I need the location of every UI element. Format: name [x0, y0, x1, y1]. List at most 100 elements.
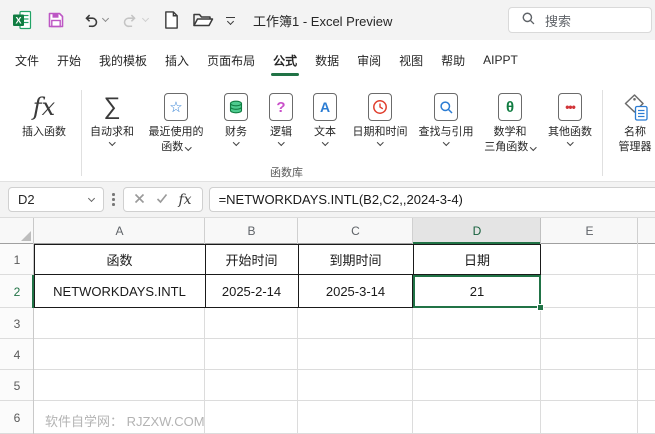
tab-data[interactable]: 数据 [313, 40, 341, 80]
date-time-functions-button[interactable]: 日期和时间 [347, 88, 413, 146]
math-trig-functions-button[interactable]: θ 数学和 三角函数 [479, 88, 541, 154]
recently-used-functions-button[interactable]: ☆ 最近使用的 函数 [139, 88, 213, 154]
cell-B1[interactable]: 开始时间 [205, 244, 298, 275]
cell-D6[interactable] [413, 401, 541, 434]
tab-view[interactable]: 视图 [397, 40, 425, 80]
customize-quick-access-button[interactable] [226, 16, 235, 25]
cell-F4[interactable] [638, 339, 655, 370]
cell-E6[interactable] [541, 401, 638, 434]
excel-window: X 工作簿1 - Excel Preview 搜索 文件 开始 我的模板 插入 … [0, 0, 655, 434]
cell-E2[interactable] [541, 275, 638, 308]
cell-D1[interactable]: 日期 [413, 244, 541, 275]
column-header-A[interactable]: A [34, 218, 205, 244]
dropdown-chevron-icon [442, 139, 450, 146]
tab-formulas[interactable]: 公式 [271, 40, 300, 80]
dropdown-chevron-icon [530, 143, 537, 151]
cell-B4[interactable] [205, 339, 298, 370]
tab-help[interactable]: 帮助 [439, 40, 467, 80]
name-box-chevron-icon [87, 194, 96, 203]
redo-button[interactable] [121, 11, 150, 29]
cell-F3[interactable] [638, 308, 655, 339]
cell-D5[interactable] [413, 370, 541, 401]
fill-handle[interactable] [537, 304, 544, 311]
cell-F6[interactable] [638, 401, 655, 434]
cell-A3[interactable] [34, 308, 205, 339]
cell-B2[interactable]: 2025-2-14 [205, 275, 298, 308]
clock-icon [368, 93, 392, 121]
row-header-1[interactable]: 1 [0, 244, 34, 275]
cell-E3[interactable] [541, 308, 638, 339]
column-header-C[interactable]: C [298, 218, 413, 244]
cell-B3[interactable] [205, 308, 298, 339]
cell-E1[interactable] [541, 244, 638, 275]
cell-A1[interactable]: 函数 [34, 244, 205, 275]
cancel-button[interactable] [134, 191, 145, 209]
more-functions-button[interactable]: ••• 其他函数 [541, 88, 599, 146]
financial-functions-button[interactable]: 财务 [213, 88, 259, 146]
cell-E4[interactable] [541, 339, 638, 370]
cell-E5[interactable] [541, 370, 638, 401]
column-header-B[interactable]: B [205, 218, 298, 244]
tab-home[interactable]: 开始 [55, 40, 83, 80]
insert-function-button[interactable]: fx 插入函数 [10, 88, 78, 139]
cell-F5[interactable] [638, 370, 655, 401]
cell-F2[interactable] [638, 275, 655, 308]
enter-button[interactable] [156, 191, 168, 209]
cell-C6[interactable] [298, 401, 413, 434]
formula-bar-buttons: fx [122, 187, 203, 212]
row-header-3[interactable]: 3 [0, 308, 34, 339]
tab-aippt[interactable]: AIPPT [481, 40, 520, 80]
text-functions-button[interactable]: A 文本 [303, 88, 347, 146]
cell-A4[interactable] [34, 339, 205, 370]
open-folder-button[interactable] [192, 11, 214, 29]
cell-C3[interactable] [298, 308, 413, 339]
star-icon: ☆ [164, 93, 188, 121]
name-tag-icon [622, 90, 649, 124]
row-header-6[interactable]: 6 [0, 401, 34, 434]
theta-icon: θ [498, 93, 522, 121]
cell-C5[interactable] [298, 370, 413, 401]
tab-my-templates[interactable]: 我的模板 [97, 40, 149, 80]
cell-F1[interactable] [638, 244, 655, 275]
column-header-F[interactable] [638, 218, 655, 244]
column-header-E[interactable]: E [541, 218, 638, 244]
row-header-5[interactable]: 5 [0, 370, 34, 401]
column-header-D[interactable]: D [413, 218, 541, 244]
magnifier-icon [434, 93, 458, 121]
cell-B6[interactable] [205, 401, 298, 434]
formula-input[interactable]: =NETWORKDAYS.INTL(B2,C2,,2024-3-4) [208, 187, 655, 212]
dropdown-chevron-icon [566, 139, 574, 146]
tab-review[interactable]: 审阅 [355, 40, 383, 80]
tab-page-layout[interactable]: 页面布局 [205, 40, 257, 80]
select-all-corner[interactable] [0, 218, 34, 244]
cell-D3[interactable] [413, 308, 541, 339]
logical-functions-button[interactable]: ? 逻辑 [259, 88, 303, 146]
tab-file[interactable]: 文件 [13, 40, 41, 80]
name-manager-button[interactable]: 名称 管理器 [606, 88, 655, 154]
cell-B5[interactable] [205, 370, 298, 401]
new-document-button[interactable] [163, 10, 180, 30]
lookup-reference-button[interactable]: 查找与引用 [413, 88, 479, 146]
cell-D2-selected[interactable]: 21 [413, 275, 544, 311]
ribbon-separator [602, 90, 603, 176]
document-title: 工作簿1 - Excel Preview [253, 13, 393, 29]
dropdown-chevron-icon [185, 143, 192, 151]
name-box[interactable]: D2 [8, 187, 104, 212]
cell-A5[interactable] [34, 370, 205, 401]
undo-button[interactable] [81, 11, 110, 29]
ribbon-function-library: fx 插入函数 ∑ 自动求和 ☆ 最近使用的 函数 财务 ? 逻辑 A 文本 日… [0, 80, 655, 182]
question-mark-icon: ? [269, 93, 293, 121]
search-input[interactable]: 搜索 [508, 7, 652, 33]
cell-D4[interactable] [413, 339, 541, 370]
cell-A2[interactable]: NETWORKDAYS.INTL [34, 275, 205, 308]
cell-C4[interactable] [298, 339, 413, 370]
cell-C2[interactable]: 2025-3-14 [298, 275, 413, 308]
cell-C1[interactable]: 到期时间 [298, 244, 413, 275]
tab-insert[interactable]: 插入 [163, 40, 191, 80]
autosum-button[interactable]: ∑ 自动求和 [85, 88, 139, 146]
row-header-2[interactable]: 2 [0, 275, 34, 308]
save-button[interactable] [47, 11, 65, 29]
insert-function-fx-button[interactable]: fx [179, 192, 192, 208]
watermark-text: 软件自学网： RJZXW.COM [45, 414, 205, 429]
row-header-4[interactable]: 4 [0, 339, 34, 370]
